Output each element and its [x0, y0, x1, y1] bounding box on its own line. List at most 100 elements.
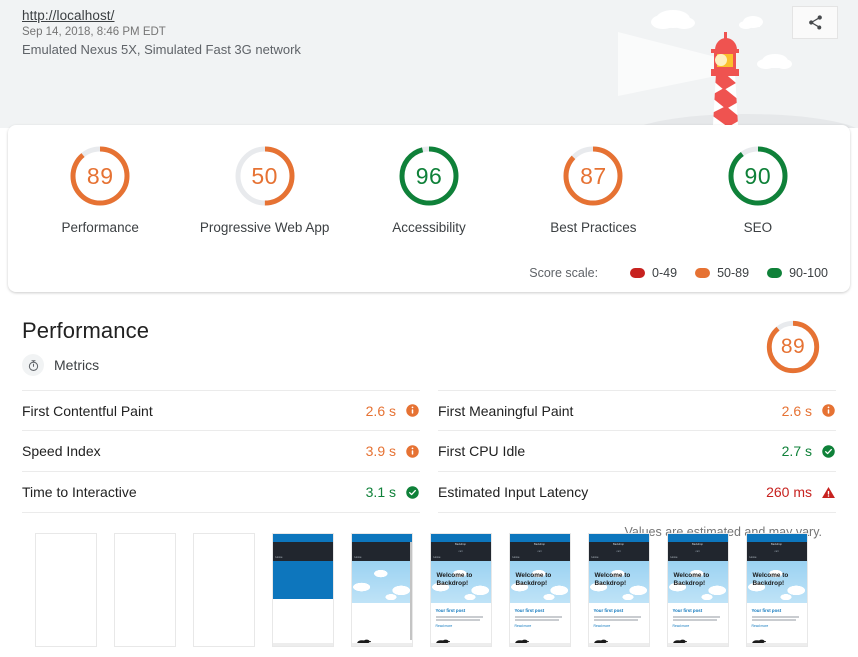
filmstrip-item[interactable]: Backdrop cart Home Welcome to Backdrop! …: [658, 533, 737, 647]
thumb-nav: Backdrop cart Home: [431, 542, 491, 561]
thumb-text-line: [515, 619, 559, 621]
thumb-nav-left: Home: [355, 556, 362, 559]
gauge-score-performance: 89: [67, 143, 133, 209]
gauge-label-seo: SEO: [744, 220, 773, 235]
thumb-body-link: Read more: [673, 624, 723, 628]
gauge-seo[interactable]: 90 SEO: [676, 143, 840, 235]
thumb-nav: Home: [352, 542, 412, 561]
metric-value: 2.6 s: [782, 403, 812, 419]
thumb-text-line: [515, 616, 562, 618]
thumb-bottombar: [431, 643, 491, 646]
thumb-nav-left: Home: [592, 556, 599, 559]
performance-section-gauge: 89: [764, 318, 822, 376]
audited-url-link[interactable]: http://localhost/: [22, 8, 301, 23]
thumb-body-link: Read more: [594, 624, 644, 628]
metrics-column-right: First Meaningful Paint 2.6 s First CPU I…: [438, 390, 836, 513]
filmstrip-item[interactable]: [184, 533, 263, 647]
metric-row-first-meaningful-paint[interactable]: First Meaningful Paint 2.6 s: [438, 390, 836, 431]
thumb-body-blank: [352, 603, 412, 647]
metric-row-estimated-input-latency[interactable]: Estimated Input Latency 260 ms: [438, 472, 836, 513]
thumb-bottombar: [589, 643, 649, 646]
filmstrip-item[interactable]: Backdrop cart Home Welcome to Backdrop! …: [737, 533, 816, 647]
metric-row-first-contentful-paint[interactable]: First Contentful Paint 2.6 s: [22, 390, 420, 431]
gauge-performance[interactable]: 89 Performance: [18, 143, 182, 235]
filmstrip-item[interactable]: Backdrop cart Home Welcome to Backdrop! …: [579, 533, 658, 647]
score-scale-legend: Score scale: 0-49 50-89 90-100: [529, 266, 828, 280]
thumb-nav-sub: cart: [431, 550, 491, 553]
score-scale-item-fail: 0-49: [630, 266, 677, 280]
performance-title-row: Performance 89: [22, 300, 836, 352]
thumb-nav: Backdrop cart Home: [747, 542, 807, 561]
header-text-block: http://localhost/ Sep 14, 2018, 8:46 PM …: [22, 8, 301, 57]
thumb-body-heading: Your first post: [594, 608, 644, 613]
filmstrip-item[interactable]: [26, 533, 105, 647]
thumb-nav-title: Backdrop: [747, 543, 807, 546]
thumb-body: Your first post Read more: [431, 603, 491, 647]
audit-timestamp: Sep 14, 2018, 8:46 PM EDT: [22, 26, 301, 38]
gauge-best-practices[interactable]: 87 Best Practices: [511, 143, 675, 235]
thumb-body-heading: Your first post: [673, 608, 723, 613]
thumb-hero: [352, 561, 412, 603]
gauge-row: 89 Performance 50 Progressive Web App 96: [8, 125, 850, 235]
gauge-ring-accessibility: 96: [396, 143, 462, 209]
metric-value: 3.9 s: [366, 443, 396, 459]
share-button[interactable]: [792, 6, 838, 39]
info-circle-icon: [405, 403, 420, 418]
thumb-nav-title: Backdrop: [668, 543, 728, 546]
thumb-bottombar: [668, 643, 728, 646]
metrics-header[interactable]: Metrics: [22, 354, 836, 376]
metrics-grid: First Contentful Paint 2.6 s Speed Index…: [22, 390, 836, 513]
metric-row-speed-index[interactable]: Speed Index 3.9 s: [22, 431, 420, 472]
thumb-body: Your first post Read more: [668, 603, 728, 647]
metric-name: Estimated Input Latency: [438, 484, 766, 500]
thumb-nav-title: Backdrop: [589, 543, 649, 546]
filmstrip-item[interactable]: Home: [342, 533, 421, 647]
thumb-nav: Home: [273, 542, 333, 561]
score-scale-item-pass: 90-100: [767, 266, 828, 280]
thumb-body: Your first post Read more: [510, 603, 570, 647]
filmstrip-thumbnail-8: Backdrop cart Home Welcome to Backdrop! …: [588, 533, 650, 647]
metric-row-time-to-interactive[interactable]: Time to Interactive 3.1 s: [22, 472, 420, 513]
thumb-hero: Welcome to Backdrop!: [589, 561, 649, 603]
gauge-ring-performance: 89: [67, 143, 133, 209]
thumb-hero-text: Welcome to Backdrop!: [437, 572, 491, 588]
gauge-accessibility[interactable]: 96 Accessibility: [347, 143, 511, 235]
filmstrip-thumbnail-3: [193, 533, 255, 647]
filmstrip-thumbnail-6: Backdrop cart Home Welcome to Backdrop! …: [430, 533, 492, 647]
filmstrip-item[interactable]: Backdrop cart Home Welcome to Backdrop! …: [421, 533, 500, 647]
thumb-text-line: [673, 619, 717, 621]
thumb-nav-left: Home: [434, 556, 441, 559]
thumb-bottombar: [273, 643, 333, 646]
gauge-ring-best-practices: 87: [560, 143, 626, 209]
thumb-hero-text: Welcome to Backdrop!: [516, 572, 570, 588]
thumb-text-line: [752, 616, 799, 618]
gauge-score-accessibility: 96: [396, 143, 462, 209]
emulation-environment: Emulated Nexus 5X, Simulated Fast 3G net…: [22, 42, 301, 57]
filmstrip-thumbnail-1: [35, 533, 97, 647]
thumb-hero-text: Welcome to Backdrop!: [674, 572, 728, 588]
metric-name: First Meaningful Paint: [438, 403, 782, 419]
metric-row-first-cpu-idle[interactable]: First CPU Idle 2.7 s: [438, 431, 836, 472]
thumb-body-link: Read more: [752, 624, 802, 628]
thumb-nav-sub: cart: [589, 550, 649, 553]
thumb-nav-left: Home: [276, 556, 283, 559]
thumb-nav-sub: cart: [747, 550, 807, 553]
thumb-body-heading: Your first post: [752, 608, 802, 613]
thumb-text-line: [594, 616, 641, 618]
gauge-label-accessibility: Accessibility: [392, 220, 466, 235]
stopwatch-icon: [22, 354, 44, 376]
metric-value: 260 ms: [766, 484, 812, 500]
performance-heading: Performance: [22, 300, 836, 344]
filmstrip-item[interactable]: Backdrop cart Home Welcome to Backdrop! …: [500, 533, 579, 647]
thumb-body-link: Read more: [436, 624, 486, 628]
thumb-scrollbar: [410, 542, 412, 640]
filmstrip-item[interactable]: Home: [263, 533, 342, 647]
metrics-label: Metrics: [54, 357, 99, 373]
thumb-body-blank: [273, 599, 333, 644]
filmstrip-thumbnail-7: Backdrop cart Home Welcome to Backdrop! …: [509, 533, 571, 647]
gauge-pwa[interactable]: 50 Progressive Web App: [182, 143, 346, 235]
filmstrip-item[interactable]: [105, 533, 184, 647]
thumb-topbar: [510, 534, 570, 542]
gauge-label-performance: Performance: [62, 220, 139, 235]
thumb-nav-left: Home: [671, 556, 678, 559]
